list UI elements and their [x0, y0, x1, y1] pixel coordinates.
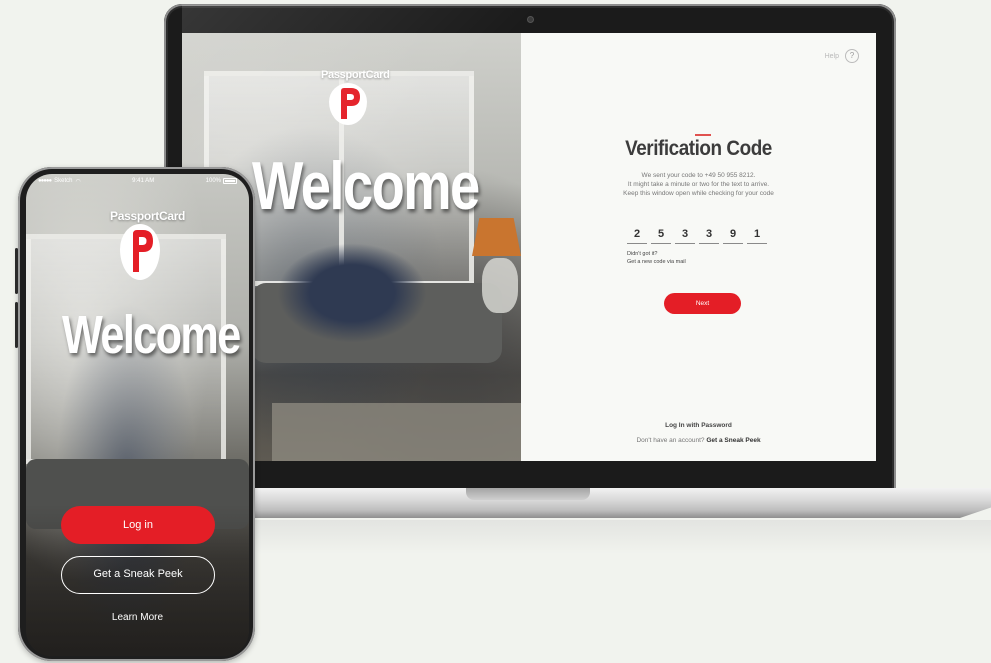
volume-down-button [15, 302, 18, 348]
learn-more-link[interactable]: Learn More [26, 612, 249, 623]
code-digit-input[interactable]: 1 [747, 226, 767, 244]
camera-icon [527, 16, 534, 23]
carrier-label: Sketch [54, 178, 73, 184]
title-accent-line [695, 134, 711, 136]
laptop-reflection [240, 520, 991, 554]
code-digit-input[interactable]: 2 [627, 226, 647, 244]
code-digit-input[interactable]: 9 [723, 226, 743, 244]
passportcard-logo-icon [329, 83, 367, 125]
brand-name: PassportCard [110, 209, 186, 223]
signup-row: Don't have an account? Get a Sneak Peek [521, 437, 876, 444]
description-line: We sent your code to +49 50 955 8212. [641, 172, 756, 179]
help-icon: ? [845, 49, 859, 63]
photo-lamp-base [482, 258, 518, 313]
photo-lamp [472, 218, 521, 256]
sneak-peek-link[interactable]: Get a Sneak Peek [706, 437, 760, 444]
resend-question: Didn't got it? [627, 251, 658, 257]
laptop-notch [466, 488, 590, 500]
wifi-icon: ◠ [75, 178, 81, 185]
photo-rug [272, 403, 521, 461]
battery-icon [223, 178, 237, 184]
login-with-password-link[interactable]: Log In with Password [521, 422, 876, 429]
help-label: Help [824, 52, 839, 60]
battery-percent: 100% [205, 178, 221, 184]
resend-mail-link[interactable]: Get a new code via mail [627, 258, 686, 266]
status-left: ●●●●● Sketch ◠ [38, 178, 81, 185]
welcome-heading: Welcome [252, 148, 480, 224]
passportcard-logo-icon [120, 224, 160, 280]
phone-screen: ●●●●● Sketch ◠ 9:41 AM 100% PassportCard… [26, 174, 249, 656]
login-button[interactable]: Log in [61, 506, 215, 544]
code-digit-input[interactable]: 3 [675, 226, 695, 244]
description-line: It might take a minute or two for the te… [627, 181, 770, 188]
code-digit-input[interactable]: 3 [699, 226, 719, 244]
verification-description: We sent your code to +49 50 955 8212. It… [521, 171, 876, 198]
volume-up-button [15, 248, 18, 294]
code-digit-input[interactable]: 5 [651, 226, 671, 244]
signal-icon: ●●●●● [38, 178, 52, 184]
page-title: Verification Code [625, 137, 772, 160]
sneak-peek-button[interactable]: Get a Sneak Peek [61, 556, 215, 594]
brand-name: PassportCard [321, 69, 390, 81]
verification-panel: Help ? Verification Code We sent your co… [521, 33, 876, 461]
code-input-group: 2 5 3 3 9 1 [627, 226, 767, 244]
help-link[interactable]: Help ? [825, 49, 859, 63]
laptop-base [214, 488, 991, 518]
laptop-screen: PassportCard Welcome Help ? Verification… [182, 33, 876, 461]
status-time: 9:41 AM [132, 178, 155, 184]
resend-block: Didn't got it? Get a new code via mail [627, 250, 686, 266]
no-account-text: Don't have an account? [636, 437, 705, 444]
welcome-heading: Welcome [62, 305, 241, 365]
photo-person [277, 243, 427, 343]
status-right: 100% [206, 178, 237, 184]
next-button[interactable]: Next [664, 293, 741, 314]
status-bar: ●●●●● Sketch ◠ 9:41 AM 100% [26, 174, 249, 188]
description-line: Keep this window open while checking for… [623, 190, 774, 197]
